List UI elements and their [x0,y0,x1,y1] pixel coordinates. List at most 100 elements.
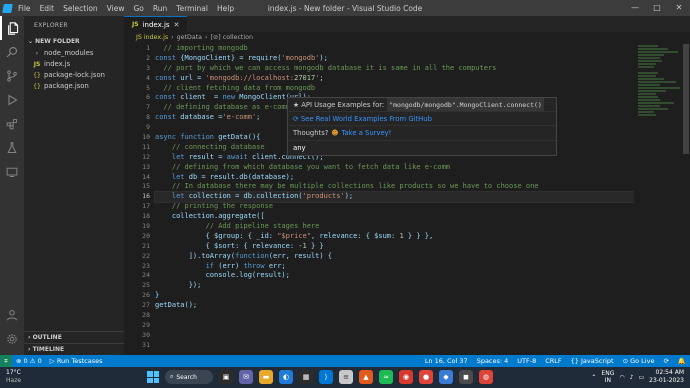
code-line[interactable]: }); [155,281,634,291]
app-icon[interactable]: ◍ [479,370,493,384]
language-mode[interactable]: {} JavaScript [571,357,614,365]
code-line[interactable] [155,321,634,331]
breadcrumb-function[interactable]: getData [177,32,202,44]
volume-icon[interactable]: ♪ [630,374,634,381]
code-line[interactable]: collection.aggregate([ [155,212,634,222]
code-line[interactable]: const {MongoClient} = require('mongodb')… [155,54,634,64]
code-area[interactable]: // importing mongodb const {MongoClient} … [154,44,634,351]
remote-indicator-icon[interactable]: ⌗ [0,355,12,367]
editor-tabs: JS index.js ✕ [124,16,690,32]
testing-icon[interactable] [0,136,24,160]
menu-selection[interactable]: Selection [63,4,98,13]
app-icon[interactable]: ◆ [439,370,453,384]
spotify-icon[interactable]: ≈ [379,370,393,384]
menu-go[interactable]: Go [133,4,143,13]
extensions-icon[interactable] [0,112,24,136]
menu-view[interactable]: View [107,4,125,13]
source-control-icon[interactable] [0,64,24,88]
menu-run[interactable]: Run [153,4,167,13]
app-icon[interactable]: ◼ [459,370,473,384]
code-line[interactable]: // port by which we can access mongodb d… [155,64,634,74]
tree-item-node-modules[interactable]: › node_modules [24,48,124,59]
menu-help[interactable]: Help [217,4,234,13]
tab-index-js[interactable]: JS index.js ✕ [124,16,188,32]
chrome-icon[interactable]: ◉ [399,370,413,384]
code-line[interactable]: if (err) throw err; [155,262,634,272]
code-line[interactable]: // client fetching data from mongodb [155,84,634,94]
code-line[interactable] [155,311,634,321]
code-line[interactable]: // In database there may be multiple col… [155,182,634,192]
file-explorer-icon[interactable]: ▬ [259,370,273,384]
code-line[interactable]: const url = 'mongodb://localhost:27017'; [155,74,634,84]
language-indicator[interactable]: ENG IN [601,370,614,384]
notifications-bell-icon[interactable]: 🔔 [678,357,686,365]
folder-section-header[interactable]: ⌄ NEW FOLDER [24,36,124,48]
run-debug-icon[interactable] [0,88,24,112]
tree-item-package-json[interactable]: {} package.json [24,81,124,92]
settings-gear-icon[interactable] [0,327,24,351]
breadcrumb-variable[interactable]: [⊘] collection [211,32,253,44]
code-line[interactable]: // defining from which database you want… [155,163,634,173]
indentation[interactable]: Spaces: 4 [477,357,509,365]
code-line[interactable]: } [155,291,634,301]
app-icon[interactable]: ● [419,370,433,384]
scrollbar-thumb[interactable] [683,44,689,154]
remote-explorer-icon[interactable] [0,160,24,184]
code-line[interactable] [155,331,634,341]
windows-start-icon[interactable] [147,371,159,383]
code-line[interactable] [155,341,634,351]
line-number: 21 [142,241,150,250]
tree-item-package-lock-json[interactable]: {} package-lock.json [24,70,124,81]
code-line[interactable]: // importing mongodb [155,44,634,54]
code-line[interactable]: let collection = db.collection('products… [154,191,634,204]
account-icon[interactable] [0,303,24,327]
encoding[interactable]: UTF-8 [517,357,536,365]
code-line[interactable]: console.log(result); [155,271,634,281]
vscode-taskbar-icon[interactable]: ⟩ [319,370,333,384]
line-ending[interactable]: CRLF [545,357,561,365]
code-line[interactable]: let db = result.db(database); [155,173,634,183]
store-icon[interactable]: ▦ [299,370,313,384]
code-line[interactable]: // printing the response [155,202,634,212]
code-line[interactable]: { $sort: { relevance: -1 } } [155,242,634,252]
menu-edit[interactable]: Edit [40,4,55,13]
weather-widget[interactable]: 17°C Haze [6,369,21,385]
search-icon[interactable] [0,40,24,64]
go-live-button[interactable]: ⊙ Go Live [623,357,655,365]
edge-browser-icon[interactable]: ◐ [279,370,293,384]
survey-link[interactable]: Take a Survey! [341,126,391,140]
github-examples-link[interactable]: ⟳ See Real World Examples From GitHub [288,112,556,126]
tree-item-index-js[interactable]: JS index.js [24,59,124,70]
battery-icon[interactable]: ▭ [638,374,644,381]
close-button[interactable]: ✕ [668,0,690,16]
cursor-position[interactable]: Ln 16, Col 37 [425,357,468,365]
taskbar-search[interactable]: ⌕ Search [165,370,213,384]
tray-overflow-icon[interactable]: ⌃ [591,374,596,381]
explorer-icon[interactable] [0,16,24,40]
clock[interactable]: 02:54 AM 23-01-2023 [649,369,684,385]
teams-chat-icon[interactable]: ✉ [239,370,253,384]
wifi-icon[interactable]: ◠ [619,374,624,381]
editor-scrollbar[interactable] [682,44,690,355]
code-line[interactable]: // Add pipeline stages here [155,222,634,232]
minimap[interactable] [634,44,682,344]
notepad-icon[interactable]: ≡ [339,370,353,384]
task-view-icon[interactable]: ▣ [219,370,233,384]
code-editor[interactable]: 1 2 3 4 5 6 7 8 9 10 11 12 13 14 15 16 17 18 19 20 21 22 23 24 2… [124,44,634,355]
maximize-button[interactable]: □ [646,0,668,16]
code-line[interactable]: getData(); [155,301,634,311]
menu-file[interactable]: File [18,4,31,13]
hover-title-row: ★ API Usage Examples for: "mongodb/mongo… [288,98,556,112]
run-testcases-button[interactable]: ▷ Run Testcases [50,357,103,365]
sync-icon[interactable]: ⟳ [663,357,668,365]
timeline-section-header[interactable]: › TIMELINE [24,343,124,355]
code-line[interactable]: ]).toArray(function(err, result) { [155,252,634,262]
vlc-icon[interactable]: ▲ [359,370,373,384]
breadcrumb-file[interactable]: JS index.js [136,32,168,44]
code-line[interactable]: { $group: { _id: "$price", relevance: { … [155,232,634,242]
problems-indicator[interactable]: ⊗ 0 ⚠ 0 [16,357,42,365]
menu-terminal[interactable]: Terminal [176,4,208,13]
outline-section-header[interactable]: › OUTLINE [24,331,124,343]
close-tab-icon[interactable]: ✕ [174,21,180,29]
minimize-button[interactable]: — [624,0,646,16]
